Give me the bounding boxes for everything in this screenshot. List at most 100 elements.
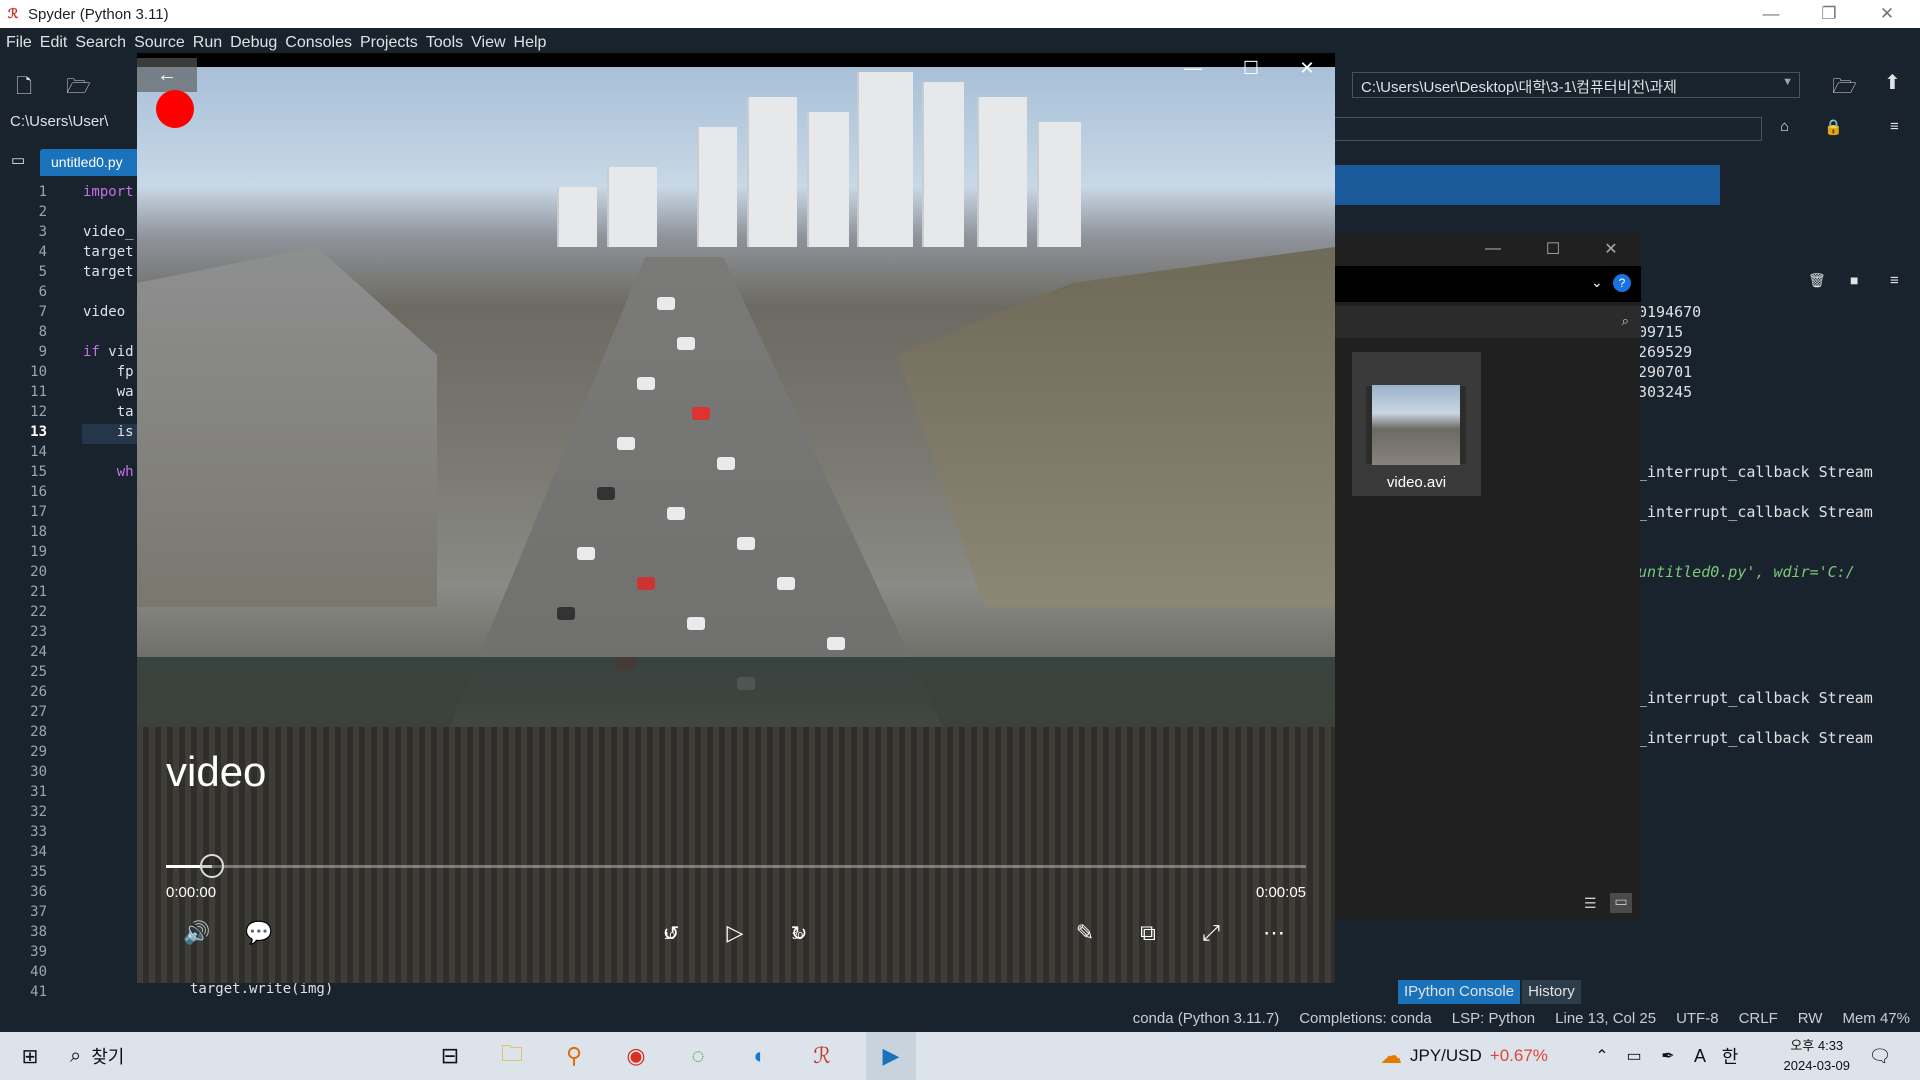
ipython-console[interactable] [1638, 300, 1920, 980]
editor-file-path: C:\Users\User\ [0, 110, 140, 136]
console-line: 09715 [1638, 323, 1684, 341]
status-memory: Mem 47% [1842, 1009, 1910, 1027]
console-line: 290701 [1638, 363, 1693, 381]
refresh-app-icon[interactable]: ◌ [680, 1032, 716, 1080]
pane-options-icon[interactable]: ≡ [1890, 118, 1899, 135]
chevron-up-icon[interactable]: ⌃ [1590, 1032, 1614, 1080]
help-source-combo[interactable] [1334, 117, 1762, 141]
code-line: wh [116, 464, 134, 480]
line-number: 5 [38, 264, 47, 280]
menu-debug[interactable]: Debug [230, 34, 277, 52]
subtitles-icon[interactable]: 💬 [239, 913, 279, 953]
player-minimize-icon[interactable]: — [1165, 53, 1221, 83]
tab-history[interactable]: History [1522, 980, 1581, 1004]
console-line: _interrupt_callback Stream [1638, 729, 1873, 747]
start-button[interactable]: ⊞ [10, 1032, 50, 1080]
player-titlebar: — ☐ ✕ [137, 53, 1335, 83]
media-player-taskbar-icon[interactable]: ▶ [866, 1032, 916, 1080]
edge-icon[interactable]: ◐ [742, 1032, 778, 1080]
explorer-search-box[interactable]: ⌕ [1335, 306, 1641, 338]
console-options-icon[interactable]: ≡ [1890, 272, 1899, 289]
line-number: 30 [30, 764, 47, 780]
battery-icon[interactable]: ▭ [1620, 1032, 1648, 1080]
browse-tabs-icon[interactable]: ▭ [11, 151, 25, 169]
edit-pencil-icon[interactable]: ✎ [1065, 913, 1105, 953]
chevron-down-icon[interactable]: ▼ [1782, 76, 1793, 88]
magnifier-app-icon[interactable]: ⚲ [556, 1032, 592, 1080]
menu-file[interactable]: File [6, 34, 32, 52]
clock[interactable]: 오후 4:33 2024-03-09 [1784, 1036, 1851, 1076]
help-icon[interactable]: ? [1613, 274, 1631, 292]
file-explorer-icon[interactable]: 🗀 [494, 1032, 530, 1080]
menu-consoles[interactable]: Consoles [285, 34, 352, 52]
restore-button[interactable]: ❐ [1800, 0, 1858, 28]
chrome-icon[interactable]: ◉ [618, 1032, 654, 1080]
details-view-icon[interactable]: ☰ [1584, 895, 1597, 912]
large-icons-view-icon[interactable]: ▭ [1610, 893, 1632, 913]
media-player-window: video 0:00:00 0:00:05 🔊 💬 ↺ 10 ▷ ↻ 30 ✎ … [137, 53, 1335, 983]
more-options-icon[interactable]: ⋯ [1254, 913, 1294, 953]
explorer-close-icon[interactable]: ✕ [1583, 234, 1639, 264]
pen-icon[interactable]: ✒ [1654, 1032, 1682, 1080]
explorer-address-bar[interactable]: ⌄ ? [1335, 266, 1641, 302]
tab-untitled0[interactable]: untitled0.py [40, 149, 140, 176]
file-item-video[interactable]: video.avi [1352, 352, 1481, 496]
stock-widget[interactable]: ☁ JPY/USD +0.67% [1380, 1032, 1580, 1080]
menu-source[interactable]: Source [134, 34, 185, 52]
line-number: 2 [38, 204, 47, 220]
skip-forward-label: 30 [792, 931, 804, 942]
player-close-icon[interactable]: ✕ [1279, 53, 1335, 83]
menu-help[interactable]: Help [514, 34, 547, 52]
search-label: 찾기 [91, 1047, 125, 1067]
menu-run[interactable]: Run [193, 34, 222, 52]
ime-mode-han[interactable]: 한 [1718, 1032, 1742, 1080]
status-bar: conda (Python 3.11.7) Completions: conda… [0, 1004, 1920, 1032]
status-position: Line 13, Col 25 [1555, 1009, 1657, 1027]
working-directory-field[interactable]: C:\Users\User\Desktop\대학\3-1\컴퓨터비전\과제 ▼ [1352, 72, 1800, 98]
video-frame[interactable] [137, 67, 1335, 983]
line-number: 13 [30, 424, 47, 440]
menu-view[interactable]: View [471, 34, 505, 52]
mini-view-icon[interactable]: ⧉ [1128, 913, 1168, 953]
code-line-bottom: target.write(img) [190, 981, 334, 997]
back-button[interactable]: ← [137, 58, 197, 92]
tab-ipython-console[interactable]: IPython Console [1398, 980, 1521, 1004]
line-number-gutter: 1 2 3 4 5 6 7 8 9 10 11 12 13 14 15 16 17 18 19 20 21 22 23 24 2… [0, 184, 55, 1004]
notification-icon[interactable]: 🗨 [1862, 1032, 1898, 1080]
console-tabs: IPython Console History [1398, 980, 1583, 1004]
fullscreen-icon[interactable]: ⤢ [1191, 913, 1231, 953]
spyder-app-icon: ℛ [7, 6, 19, 21]
close-button[interactable]: ✕ [1858, 0, 1916, 28]
new-file-icon[interactable]: 🗋 [16, 72, 32, 106]
play-button[interactable]: ▷ [715, 913, 755, 953]
spyder-taskbar-icon[interactable]: ℛ [804, 1032, 840, 1080]
editor-tabs: ▭ untitled0.py [0, 145, 140, 176]
menu-projects[interactable]: Projects [360, 34, 418, 52]
stop-icon[interactable]: ■ [1850, 272, 1858, 288]
task-view-icon[interactable]: ⊟ [432, 1032, 468, 1080]
volume-icon[interactable]: 🔊 [177, 913, 217, 953]
status-eol: CRLF [1738, 1009, 1778, 1027]
player-maximize-icon[interactable]: ☐ [1223, 53, 1279, 83]
browse-folder-icon[interactable]: 🗁 [1832, 72, 1857, 106]
parent-directory-icon[interactable]: ⬆ [1884, 70, 1901, 95]
seek-bar[interactable] [166, 854, 1306, 878]
ime-mode-a[interactable]: A [1688, 1032, 1712, 1080]
lock-icon[interactable]: 🔒 [1824, 118, 1843, 136]
menu-edit[interactable]: Edit [40, 34, 68, 52]
line-number: 22 [30, 604, 47, 620]
code-line: import [83, 184, 134, 200]
explorer-minimize-icon[interactable]: — [1465, 234, 1521, 264]
explorer-maximize-icon[interactable]: ☐ [1525, 234, 1581, 264]
skip-forward-button[interactable]: ↻ 30 [779, 913, 819, 953]
open-folder-icon[interactable]: 🗁 [66, 72, 91, 106]
menu-search[interactable]: Search [75, 34, 126, 52]
seek-handle[interactable] [199, 854, 224, 878]
taskbar-search[interactable]: ⌕ 찾기 [70, 1032, 330, 1080]
chevron-down-icon[interactable]: ⌄ [1591, 274, 1603, 291]
home-icon[interactable]: ⌂ [1780, 118, 1789, 135]
menu-tools[interactable]: Tools [426, 34, 463, 52]
trash-icon[interactable]: 🗑 [1808, 272, 1826, 289]
minimize-button[interactable]: — [1742, 0, 1800, 28]
skip-back-button[interactable]: ↺ 10 [651, 913, 691, 953]
